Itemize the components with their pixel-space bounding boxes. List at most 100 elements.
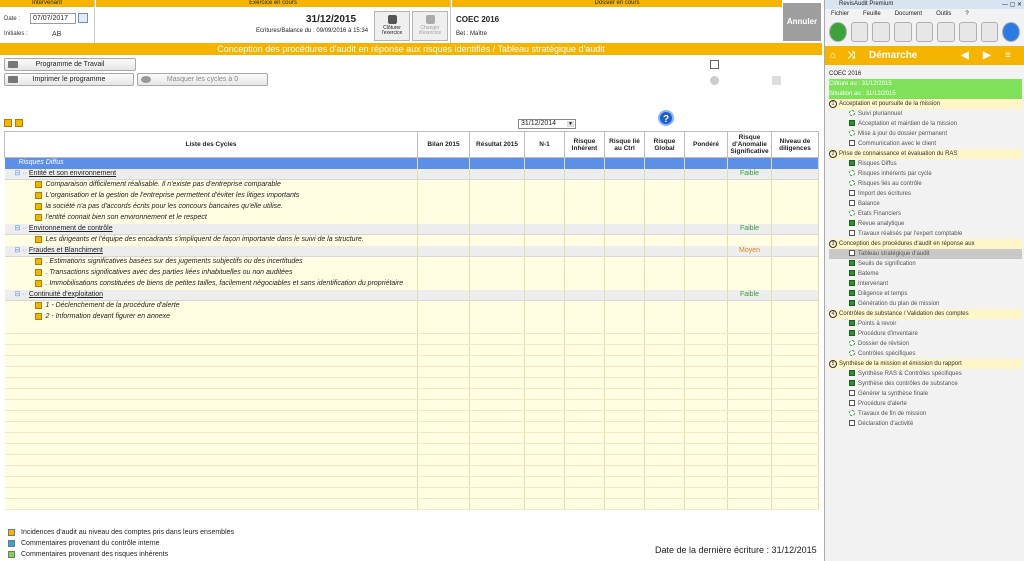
- panel-step[interactable]: Etats Financiers: [829, 209, 1022, 219]
- panel-step[interactable]: Bateme: [829, 269, 1022, 279]
- tree-toggle-icon[interactable]: ⊟ ··: [5, 247, 29, 254]
- panel-step[interactable]: Suivi pluriannuel: [829, 109, 1022, 119]
- table-row[interactable]: . Transactions significatives avec des p…: [4, 267, 819, 279]
- empty-cell: [564, 355, 605, 367]
- year-select[interactable]: 31/12/2014 ▼: [518, 119, 576, 129]
- panel-step[interactable]: Procédure d'alerte: [829, 399, 1022, 409]
- table-row[interactable]: Les dirigeants et l'équipe des encadrant…: [4, 234, 819, 246]
- table-row[interactable]: l'entité connait bien son environnement …: [4, 212, 819, 224]
- chevron-down-icon[interactable]: ▼: [567, 121, 574, 127]
- panel-section[interactable]: 5 Synthèse de la mission et émission du r…: [829, 359, 1022, 369]
- panel-step[interactable]: Déclaration d'activité: [829, 419, 1022, 429]
- cloturer-exercice-button[interactable]: Clôturer l'exercice: [374, 11, 410, 41]
- panel-step[interactable]: Synthèse RAS & Contrôles spécifiques: [829, 369, 1022, 379]
- menu-item[interactable]: Fichier: [831, 11, 849, 17]
- panel-section[interactable]: 2 Prise de connaissance et évaluation du …: [829, 149, 1022, 159]
- panel-section[interactable]: 3 Conception des procédures d'audit en ré…: [829, 239, 1022, 249]
- panel-step[interactable]: Dossier de révision: [829, 339, 1022, 349]
- panel-step[interactable]: Mise à jour du dossier permanent: [829, 129, 1022, 139]
- app-title: RevisAudit Premium: [839, 1, 894, 7]
- table-row[interactable]: Comparaison difficilement réalisable. Il…: [4, 179, 819, 191]
- table-row[interactable]: ⊟ ·· Fraudes et Blanchiment Moyen: [4, 245, 819, 257]
- print-icon[interactable]: [937, 22, 956, 42]
- table-row[interactable]: ⊟ ·· Entité et son environnement Faible: [4, 168, 819, 180]
- empty-cell: [4, 322, 418, 334]
- home-icon[interactable]: ⌂: [830, 46, 836, 65]
- changer-exercice-button[interactable]: Changer d'exercice: [412, 11, 448, 41]
- panel-step[interactable]: Synthèse des contrôles de substance: [829, 379, 1022, 389]
- panel-step[interactable]: Procédure d'inventaire: [829, 329, 1022, 339]
- panel-section[interactable]: 1 Acceptation et poursuite de la mission: [829, 99, 1022, 109]
- tree-toggle-icon[interactable]: ⊟ ··: [5, 291, 29, 298]
- table-row[interactable]: la société n'a pas d'accords écrits pour…: [4, 201, 819, 213]
- add-icon[interactable]: [4, 119, 12, 127]
- attachment-icon[interactable]: [872, 22, 891, 42]
- stamp-icon[interactable]: [850, 22, 869, 42]
- window-controls[interactable]: — ▢ ✕: [1002, 1, 1022, 10]
- panel-step[interactable]: Seuils de signification: [829, 259, 1022, 269]
- tree-toggle-icon[interactable]: ⊟ ··: [5, 225, 29, 232]
- empty-cell: [604, 344, 645, 356]
- menu-item[interactable]: Document: [895, 11, 922, 17]
- value-cell: [684, 201, 728, 213]
- value-cell: [469, 278, 525, 290]
- annuler-button[interactable]: Annuler: [783, 3, 821, 41]
- word-icon[interactable]: [915, 22, 934, 42]
- panel-step[interactable]: Intervenant: [829, 279, 1022, 289]
- panel-step[interactable]: Balance: [829, 199, 1022, 209]
- panel-step[interactable]: Travaux de fin de mission: [829, 409, 1022, 419]
- table-row[interactable]: . Immobilisations constituées de biens d…: [4, 278, 819, 290]
- empty-cell: [604, 465, 645, 477]
- masquer-cycles-button[interactable]: Masquer les cycles à 0: [137, 73, 268, 86]
- panel-step[interactable]: Contrôles spécifiques: [829, 349, 1022, 359]
- panel-step[interactable]: Diligence et temps: [829, 289, 1022, 299]
- refresh-icon[interactable]: [1002, 22, 1021, 42]
- prev-icon[interactable]: ◀: [961, 46, 969, 65]
- tree-toggle-icon[interactable]: ⊟ ··: [5, 170, 29, 177]
- table-row[interactable]: L'organisation et la gestion de l'entrep…: [4, 190, 819, 202]
- reference-icon[interactable]: [894, 22, 912, 42]
- panel-step[interactable]: Acceptation et maintien de la mission: [829, 119, 1022, 129]
- table-row[interactable]: ⊟ ·· Continuité d'exploitation Faible: [4, 289, 819, 301]
- table-row[interactable]: Risques Diffus: [4, 157, 819, 169]
- panel-section[interactable]: 4 Contrôles de substance / Validation des…: [829, 309, 1022, 319]
- empty-cell: [524, 355, 565, 367]
- table-row[interactable]: 2 - Information devant figurer en annexe: [4, 311, 819, 323]
- panel-step[interactable]: Risques inhérents par cycle: [829, 169, 1022, 179]
- checklist-icon[interactable]: [710, 60, 719, 69]
- panel-step[interactable]: Génération du plan de mission: [829, 299, 1022, 309]
- programme-travail-button[interactable]: Programme de Travail: [4, 58, 136, 71]
- validate-icon[interactable]: [829, 22, 847, 42]
- panel-step[interactable]: Communication avec le client: [829, 139, 1022, 149]
- panel-step[interactable]: Points à revoir: [829, 319, 1022, 329]
- export-icon[interactable]: [980, 22, 999, 42]
- date-field[interactable]: 07/07/2017: [30, 13, 76, 24]
- empty-cell: [417, 443, 470, 455]
- value-cell: [417, 223, 470, 235]
- empty-cell: [684, 432, 728, 444]
- panel-step[interactable]: Travaux réalisés par l'expert comptable: [829, 229, 1022, 239]
- status-icon: [849, 370, 855, 377]
- remove-icon[interactable]: [15, 119, 23, 127]
- table-row[interactable]: . Estimations significatives basées sur …: [4, 256, 819, 268]
- panel-step[interactable]: Revue analytique: [829, 219, 1022, 229]
- menu-item[interactable]: Outils: [936, 11, 951, 17]
- next-icon[interactable]: ▶: [983, 46, 991, 65]
- panel-step[interactable]: Générer la synthèse finale: [829, 389, 1022, 399]
- table-row[interactable]: 1 - Déclenchement de la procédure d'aler…: [4, 300, 819, 312]
- panel-step[interactable]: Import des écritures: [829, 189, 1022, 199]
- imprimer-programme-button[interactable]: Imprimer le programme: [4, 73, 134, 86]
- panel-step[interactable]: Risques Diffus: [829, 159, 1022, 169]
- calendar-icon[interactable]: [78, 13, 88, 23]
- preview-icon[interactable]: [959, 22, 977, 42]
- menu-item[interactable]: Feuille: [863, 11, 881, 17]
- menu-icon[interactable]: ≡: [1005, 46, 1011, 65]
- help-button[interactable]: ?: [658, 110, 674, 126]
- panel-step[interactable]: Risques liés au contrôle: [829, 179, 1022, 189]
- menu-item[interactable]: ?: [965, 11, 968, 17]
- shuffle-icon[interactable]: ⤨: [847, 46, 855, 65]
- table-row[interactable]: ⊟ ·· Environnement de contrôle Faible: [4, 223, 819, 235]
- panel-step[interactable]: Tableau stratégique d'audit: [829, 249, 1022, 259]
- status-icon: [849, 190, 855, 197]
- value-cell: [524, 311, 565, 323]
